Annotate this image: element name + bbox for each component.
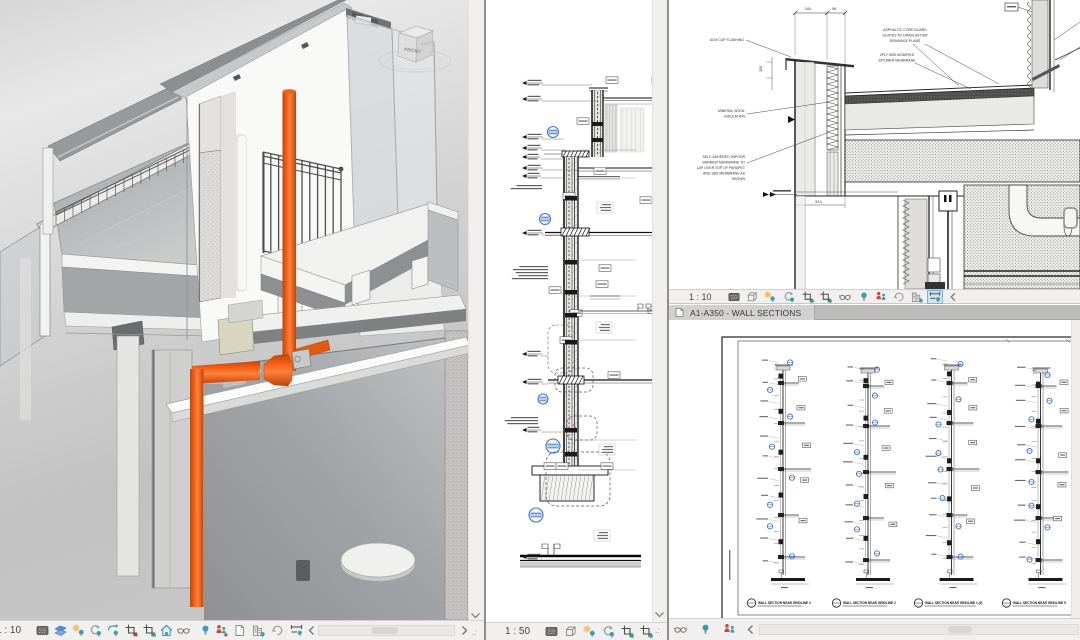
svg-text:98: 98 — [832, 7, 836, 11]
svg-text:2PLY SBS MODIFIED: 2PLY SBS MODIFIED — [880, 53, 915, 57]
svg-text:BARRIER MEMBRANE TO: BARRIER MEMBRANE TO — [703, 161, 746, 165]
svg-text:DRAINAGE PLANS: DRAINAGE PLANS — [890, 39, 921, 43]
svg-text:SHOWN: SHOWN — [732, 177, 746, 181]
svg-text:BITUMEN MEMBRANE: BITUMEN MEMBRANE — [879, 59, 917, 63]
svg-text:344: 344 — [805, 7, 811, 11]
svg-text:MINERAL WOOL: MINERAL WOOL — [718, 109, 745, 113]
svg-text:314: 314 — [815, 199, 822, 204]
svg-text:WALL SECTION NEAR GRIDLINE 2: WALL SECTION NEAR GRIDLINE 2 — [843, 601, 896, 605]
svg-text:350: 350 — [759, 66, 763, 72]
svg-text:ASPHALTIC CORE BOARD: ASPHALTIC CORE BOARD — [883, 28, 927, 32]
svg-text:ACM CAP FLASHING: ACM CAP FLASHING — [710, 38, 745, 42]
svg-text:WALL SECTION NEAR GRIDLINE 5: WALL SECTION NEAR GRIDLINE 5 — [1013, 601, 1066, 605]
svg-text:SELF-ADHERED VAPOUR: SELF-ADHERED VAPOUR — [702, 155, 745, 159]
svg-text:LAP OVER TOP OF PARAPET: LAP OVER TOP OF PARAPET — [697, 166, 746, 170]
svg-text:SLOPES TO DRAIN AS PER: SLOPES TO DRAIN AS PER — [882, 34, 928, 38]
svg-text:WALL SECTION NEAR GRIDLINE 3: WALL SECTION NEAR GRIDLINE 3 — [758, 601, 811, 605]
svg-text:INSULATION: INSULATION — [724, 115, 745, 119]
svg-text:WALL SECTION NEAR GRIDLINE 1 (: WALL SECTION NEAR GRIDLINE 1 (2) — [925, 601, 983, 605]
svg-text:AND SBS MEMBRANE AS: AND SBS MEMBRANE AS — [703, 172, 746, 176]
